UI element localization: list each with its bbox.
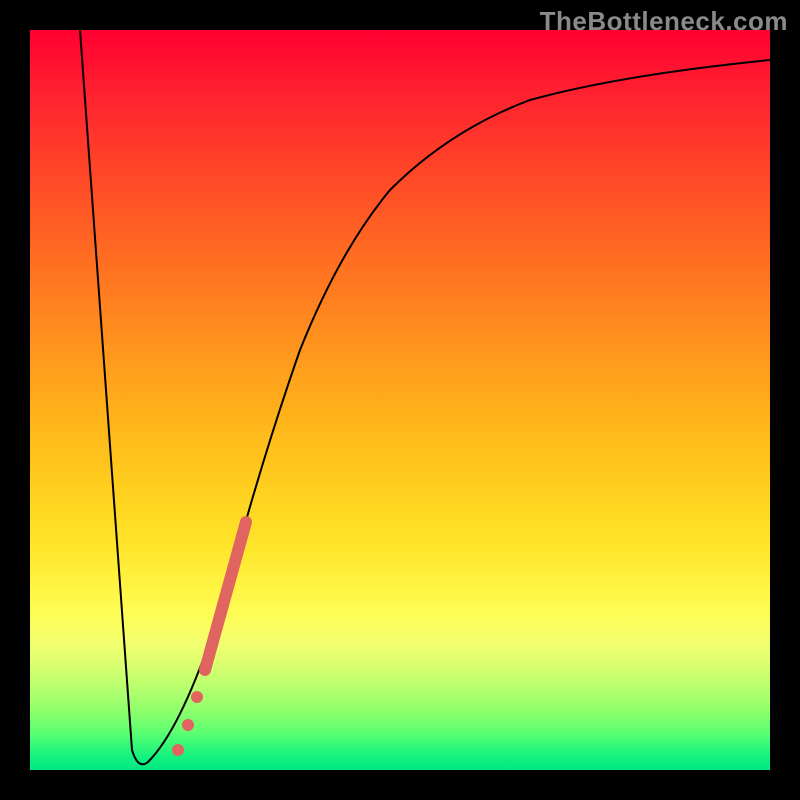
chart-plot-area <box>30 30 770 770</box>
highlight-dot-2 <box>182 719 194 731</box>
chart-frame: TheBottleneck.com <box>0 0 800 800</box>
highlight-segment <box>205 522 246 670</box>
chart-svg <box>30 30 770 770</box>
highlight-dot-1 <box>191 691 203 703</box>
bottleneck-curve <box>80 30 770 764</box>
highlight-dot-3 <box>172 744 184 756</box>
watermark-text: TheBottleneck.com <box>540 6 788 37</box>
